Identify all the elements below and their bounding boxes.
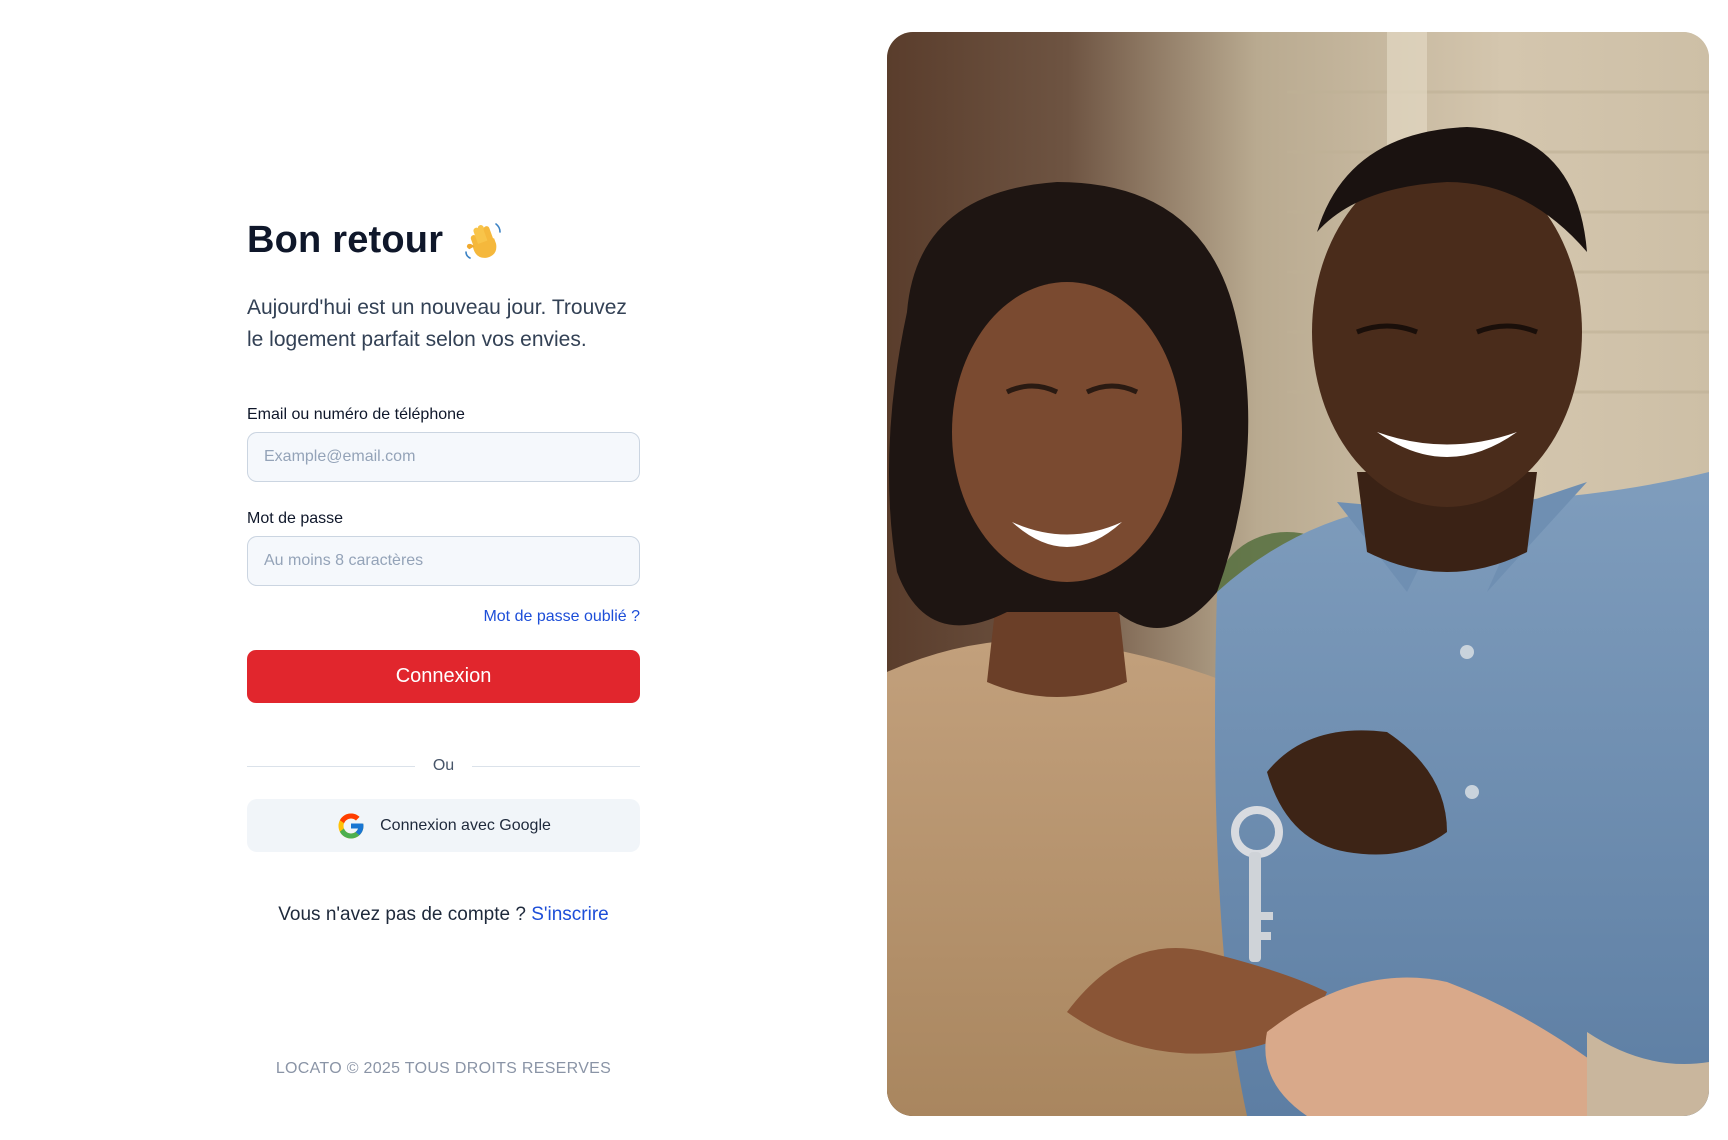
google-icon [336,811,366,841]
signup-row: Vous n'avez pas de compte ? S'inscrire [247,904,640,926]
signup-prompt: Vous n'avez pas de compte ? [278,904,526,925]
signup-link[interactable]: S'inscrire [531,904,609,925]
waving-hand-icon [461,218,505,262]
footer-copyright: LOCATO © 2025 TOUS DROITS RESERVES [275,1060,612,1077]
email-label: Email ou numéro de téléphone [247,406,465,423]
password-field-group: Mot de passe [247,510,640,586]
password-field[interactable] [247,536,640,586]
divider-line-left [247,765,415,767]
password-label: Mot de passe [247,510,344,527]
google-login-label: Connexion avec Google [380,816,551,834]
email-field[interactable] [247,432,640,482]
title-row: Bon retour [247,210,640,270]
login-form: Bon retour Aujourd'hui est un nouveau jo… [247,210,640,926]
login-page: Bon retour Aujourd'hui est un nouveau jo… [0,0,1728,1140]
hero-photo [887,32,1709,1116]
page-title: Bon retour [247,218,444,261]
or-divider: Ou [247,756,640,776]
divider-line-right [472,765,640,767]
email-field-group: Email ou numéro de téléphone [247,406,640,482]
google-login-button[interactable]: Connexion avec Google [247,799,640,852]
hero-photo-illustration [887,32,1709,1116]
page-subtitle: Aujourd'hui est un nouveau jour. Trouvez… [247,296,627,351]
login-button[interactable]: Connexion [247,650,640,703]
forgot-row: Mot de passe oublié ? [247,608,640,628]
divider-label: Ou [432,757,455,774]
forgot-password-link[interactable]: Mot de passe oublié ? [483,608,640,625]
login-panel: Bon retour Aujourd'hui est un nouveau jo… [0,0,886,1140]
